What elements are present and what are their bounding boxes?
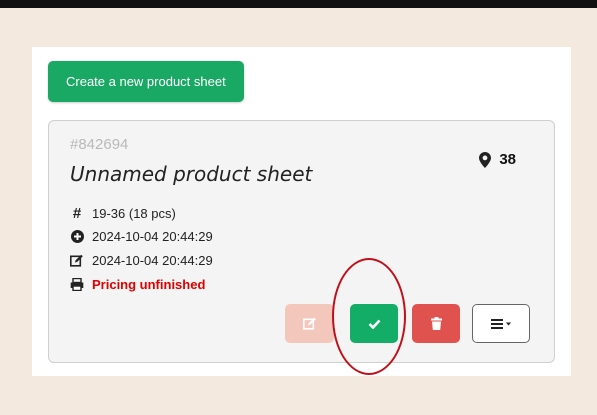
created-date: 2024-10-04 20:44:29 — [92, 229, 213, 244]
product-sheet-id: #842694 — [70, 136, 129, 153]
menu-dropdown-button[interactable] — [472, 304, 530, 343]
edit-button[interactable] — [285, 304, 334, 343]
created-row: 2024-10-04 20:44:29 — [70, 229, 213, 244]
modified-date: 2024-10-04 20:44:29 — [92, 253, 213, 268]
product-sheet-title: Unnamed product sheet — [70, 162, 313, 186]
delete-button[interactable] — [412, 304, 460, 343]
edit-icon — [70, 254, 84, 268]
pricing-status: Pricing unfinished — [92, 277, 206, 292]
hash-icon: # — [72, 205, 82, 222]
status-row: Pricing unfinished — [70, 277, 205, 292]
create-product-sheet-button[interactable]: Create a new product sheet — [48, 61, 244, 102]
size-row: # 19-36 (18 pcs) — [70, 205, 176, 222]
plus-circle-icon — [70, 230, 84, 244]
map-marker-icon — [479, 151, 492, 168]
product-sheet-card: #842694 Unnamed product sheet 38 # 19-36… — [48, 120, 555, 363]
print-icon — [70, 278, 84, 292]
modified-row: 2024-10-04 20:44:29 — [70, 253, 213, 268]
top-bar — [0, 0, 597, 8]
content-panel: Create a new product sheet #842694 Unnam… — [32, 47, 571, 376]
size-range: 19-36 (18 pcs) — [92, 206, 176, 221]
location-count: 38 — [499, 151, 516, 168]
highlight-circle — [332, 258, 406, 375]
menu-icon — [491, 318, 511, 329]
location-indicator: 38 — [479, 151, 516, 168]
edit-icon — [302, 317, 316, 330]
trash-icon — [430, 317, 442, 330]
